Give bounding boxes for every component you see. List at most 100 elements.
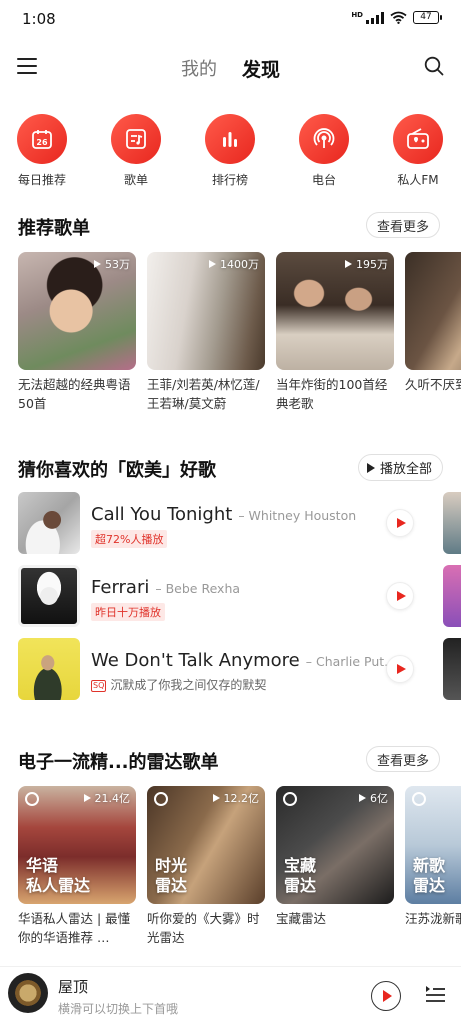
quick-charts[interactable]: 排行榜 bbox=[190, 114, 270, 188]
play-icon bbox=[366, 462, 375, 473]
song-subtitle: SQ 沉默成了你我之间仅存的默契 bbox=[91, 678, 267, 692]
song-tag: 超72%人播放 bbox=[91, 530, 168, 548]
radar-name: 华语私人雷达 | 最懂你的华语推荐 … bbox=[18, 911, 131, 945]
netease-logo-icon bbox=[25, 792, 39, 806]
tab-mine[interactable]: 我的 bbox=[181, 55, 217, 81]
radar-cover: 21.4亿 华语 私人雷达 bbox=[18, 786, 136, 904]
netease-logo-icon bbox=[283, 792, 297, 806]
play-icon bbox=[397, 664, 406, 674]
playlist-card[interactable]: 195万 当年炸街的100首经典老歌 bbox=[276, 252, 394, 413]
song-row[interactable]: Call You Tonight – Whitney Houston 超72%人播… bbox=[18, 492, 461, 556]
quick-label: 歌单 bbox=[123, 173, 148, 187]
player-hint: 横滑可以切换上下首哦 bbox=[58, 1002, 179, 1016]
play-count-icon bbox=[94, 260, 101, 268]
top-nav: 我的 发现 bbox=[0, 46, 461, 90]
battery-icon: 47 bbox=[413, 11, 442, 24]
play-count: 53万 bbox=[94, 256, 130, 272]
radar-card[interactable]: 12.2亿 时光 雷达 听你爱的《大雾》时光雷达 bbox=[147, 786, 265, 947]
radar-title: 电子一流精...的雷达歌单 bbox=[18, 752, 219, 773]
play-count-icon bbox=[212, 794, 220, 802]
radar-cover-label: 新歌 雷达 bbox=[413, 856, 446, 895]
netease-logo-icon bbox=[154, 792, 168, 806]
song-cover bbox=[18, 565, 80, 627]
song-cover-peek bbox=[443, 492, 461, 554]
album-disc bbox=[8, 973, 48, 1013]
song-tag: 昨日十万播放 bbox=[91, 603, 165, 621]
play-icon bbox=[397, 591, 406, 601]
play-count-icon bbox=[345, 260, 352, 268]
playlist-name: 久听不厌到耳朵怀孕 bbox=[405, 377, 461, 392]
quick-radio[interactable]: 电台 bbox=[284, 114, 364, 188]
song-cover bbox=[18, 638, 80, 700]
song-artist: – Whitney Houston bbox=[238, 508, 357, 523]
playlist-queue-icon[interactable] bbox=[424, 983, 446, 1005]
song-title: Ferrari – Bebe Rexha bbox=[91, 577, 241, 598]
player-play-button[interactable] bbox=[371, 981, 401, 1011]
radar-card[interactable]: 新歌雷达 汪苏泷新歌热听|新歌 bbox=[405, 786, 461, 947]
playlist-icon bbox=[111, 114, 161, 164]
song-artist: – Charlie Put… bbox=[305, 654, 397, 669]
play-count: 6亿 bbox=[359, 790, 388, 806]
play-count: 21.4亿 bbox=[83, 790, 130, 806]
play-count-icon bbox=[359, 794, 366, 802]
wifi-icon bbox=[390, 11, 407, 24]
quick-label: 私人FM bbox=[397, 173, 439, 187]
playlist-cover: 195万 bbox=[276, 252, 394, 370]
status-time: 1:08 bbox=[22, 10, 56, 28]
play-count-icon bbox=[83, 794, 91, 802]
radio-podcast-icon bbox=[299, 114, 349, 164]
song-title: We Don't Talk Anymore – Charlie Put… bbox=[91, 650, 397, 671]
sq-badge: SQ bbox=[91, 680, 107, 692]
quick-fm[interactable]: 私人FM bbox=[378, 114, 458, 188]
calendar-badge: 26 bbox=[36, 138, 48, 147]
playlist-card[interactable]: 53万 无法超越的经典粤语50首 bbox=[18, 252, 136, 413]
tab-discover[interactable]: 发现 bbox=[242, 55, 280, 82]
play-button[interactable] bbox=[386, 582, 414, 610]
calendar-icon: 26 bbox=[17, 114, 67, 164]
search-icon[interactable] bbox=[424, 56, 444, 76]
quick-daily[interactable]: 26 每日推荐 bbox=[2, 114, 82, 188]
song-row[interactable]: We Don't Talk Anymore – Charlie Put… SQ 沉默… bbox=[18, 638, 461, 702]
play-count-icon bbox=[209, 260, 216, 268]
radar-card[interactable]: 6亿 宝藏 雷达 宝藏雷达 bbox=[276, 786, 394, 947]
quick-playlist[interactable]: 歌单 bbox=[96, 114, 176, 188]
radar-more-button[interactable]: 查看更多 bbox=[366, 746, 441, 772]
play-button[interactable] bbox=[386, 509, 414, 537]
quick-links: 26 每日推荐 歌单 排行榜 电台 私人FM bbox=[0, 114, 461, 190]
song-title: Call You Tonight – Whitney Houston bbox=[91, 504, 357, 525]
recommended-more-button[interactable]: 查看更多 bbox=[366, 212, 441, 238]
play-icon bbox=[383, 990, 392, 1002]
radar-cover: 12.2亿 时光 雷达 bbox=[147, 786, 265, 904]
recommended-list: 53万 无法超越的经典粤语50首 1400万 王菲/刘若英/林忆莲/王若琳/莫文… bbox=[18, 252, 461, 422]
radar-list: 21.4亿 华语 私人雷达 华语私人雷达 | 最懂你的华语推荐 … 12.2亿 时… bbox=[18, 786, 461, 956]
chart-icon bbox=[205, 114, 255, 164]
player-title: 屋顶 bbox=[58, 978, 89, 996]
playlist-name: 当年炸街的100首经典老歌 bbox=[276, 377, 388, 411]
menu-icon[interactable] bbox=[17, 58, 37, 74]
playlist-card[interactable]: 久听不厌到耳朵怀孕 bbox=[405, 252, 461, 413]
quick-label: 排行榜 bbox=[211, 173, 248, 187]
quick-label: 电台 bbox=[311, 173, 336, 187]
playlist-cover: 53万 bbox=[18, 252, 136, 370]
play-count: 12.2亿 bbox=[212, 790, 259, 806]
play-all-button[interactable]: 播放全部 bbox=[357, 454, 443, 481]
song-cover-peek bbox=[443, 638, 461, 700]
playlist-card[interactable]: 1400万 王菲/刘若英/林忆莲/王若琳/莫文蔚 bbox=[147, 252, 265, 413]
playlist-cover: 1400万 bbox=[147, 252, 265, 370]
radar-cover: 6亿 宝藏 雷达 bbox=[276, 786, 394, 904]
fm-radio-icon bbox=[393, 114, 443, 164]
radar-name: 汪苏泷新歌热听|新歌 bbox=[405, 911, 461, 926]
play-button[interactable] bbox=[386, 655, 414, 683]
playlist-name: 王菲/刘若英/林忆莲/王若琳/莫文蔚 bbox=[147, 377, 260, 411]
recommended-title: 推荐歌单 bbox=[18, 218, 90, 239]
play-count: 195万 bbox=[345, 256, 388, 272]
mini-player[interactable]: 屋顶 横滑可以切换上下首哦 bbox=[0, 966, 461, 1024]
song-cover-peek bbox=[443, 565, 461, 627]
radar-name: 宝藏雷达 bbox=[276, 911, 327, 926]
song-artist: – Bebe Rexha bbox=[155, 581, 241, 596]
radar-card[interactable]: 21.4亿 华语 私人雷达 华语私人雷达 | 最懂你的华语推荐 … bbox=[18, 786, 136, 947]
status-bar: 1:08 HD 47 bbox=[0, 0, 461, 40]
radar-cover-label: 宝藏 雷达 bbox=[284, 856, 317, 895]
song-row[interactable]: Ferrari – Bebe Rexha 昨日十万播放 bbox=[18, 565, 461, 629]
status-icons: HD 47 bbox=[351, 11, 442, 24]
